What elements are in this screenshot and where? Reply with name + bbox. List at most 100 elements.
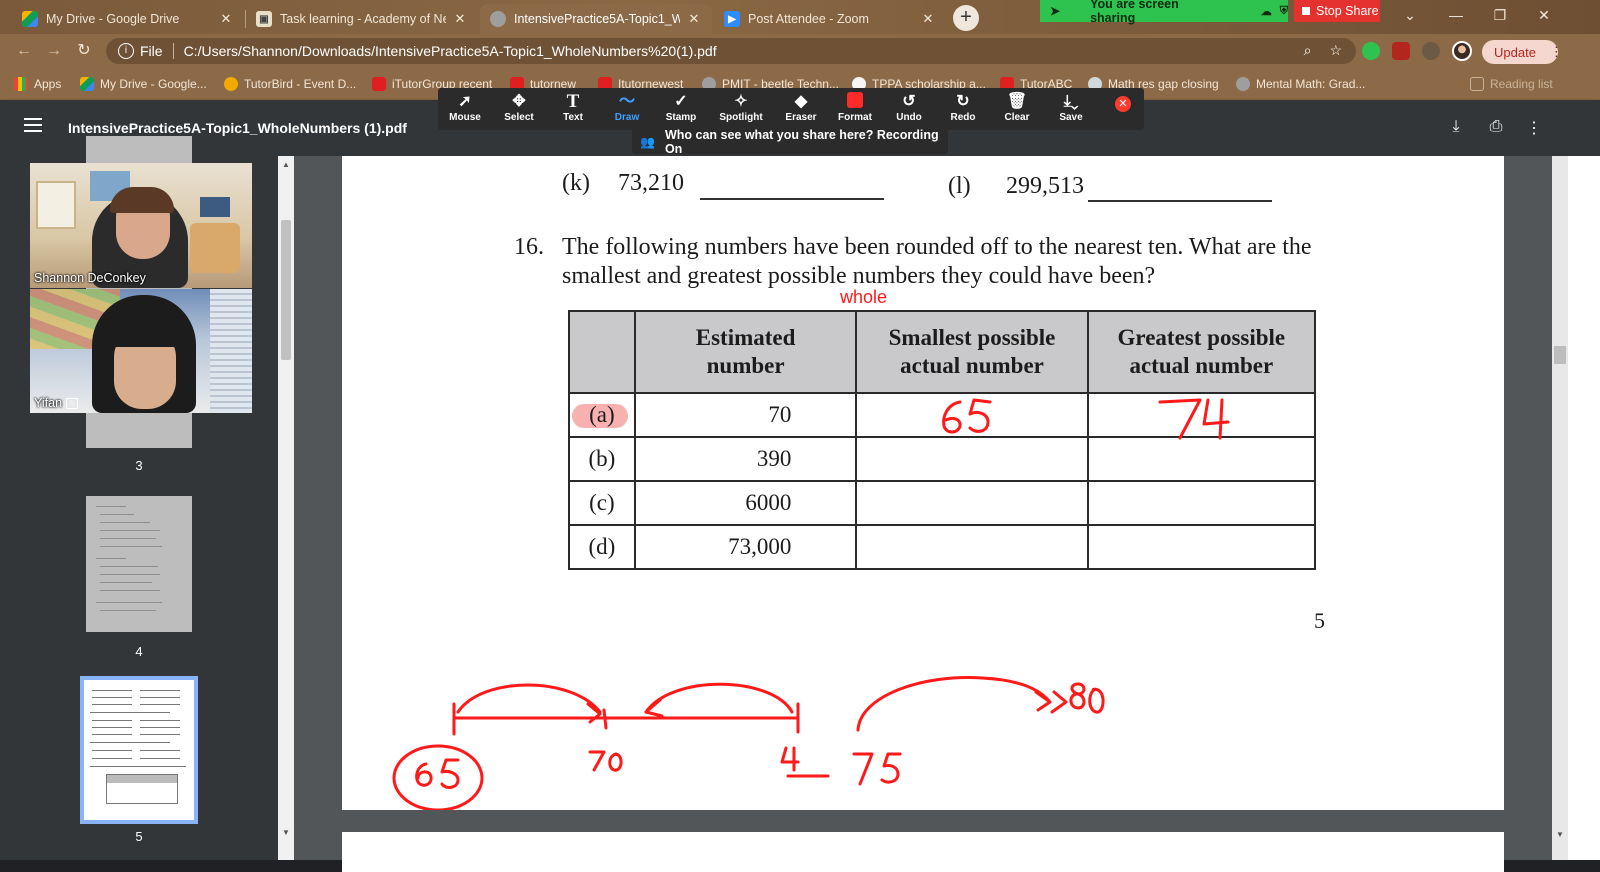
bookmark-mental-math[interactable]: Mental Math: Grad... — [1236, 75, 1365, 93]
scrollbar-thumb[interactable] — [281, 220, 291, 360]
tab-search-icon[interactable]: ⌄ — [1388, 0, 1432, 30]
mouse-pointer-icon: ➚ — [458, 93, 472, 110]
ink-answer-smallest — [942, 398, 992, 434]
eraser-icon: ◆ — [794, 93, 808, 110]
stop-icon — [1302, 7, 1310, 15]
tool-eraser[interactable]: ◆ Eraser — [776, 92, 826, 123]
close-icon[interactable]: ✕ — [920, 11, 936, 27]
star-icon[interactable]: ☆ — [1329, 42, 1342, 59]
trash-icon: 🗑 — [1006, 93, 1028, 110]
download-icon[interactable]: ⤓ — [1446, 118, 1466, 138]
participant-name: Shannon DeConkey — [34, 271, 146, 285]
ink-answer-greatest — [1158, 398, 1230, 440]
tool-stamp[interactable]: ✓ Stamp — [656, 92, 706, 123]
sidebar-scrollbar[interactable]: ▲ ▼ — [278, 156, 294, 860]
scroll-down-icon[interactable]: ▼ — [1556, 830, 1564, 839]
bookmark-tutorbird[interactable]: TutorBird - Event D... — [224, 75, 356, 93]
ink-number-line — [452, 702, 800, 736]
update-button[interactable]: Update ⋮ — [1482, 40, 1563, 64]
page-number-label: 4 — [135, 644, 143, 659]
tool-mouse[interactable]: ➚ Mouse — [440, 92, 490, 123]
google-drive-icon — [22, 11, 38, 27]
tool-redo[interactable]: ↻ Redo — [938, 92, 988, 123]
bookmark-reading-list[interactable]: Reading list — [1470, 75, 1553, 93]
tool-draw[interactable]: 〜 Draw — [602, 92, 652, 123]
url-text[interactable]: C:/Users/Shannon/Downloads/IntensivePrac… — [184, 43, 717, 59]
more-vert-icon: ⋮ — [1549, 44, 1563, 59]
menu-icon[interactable] — [24, 118, 42, 132]
address-input[interactable]: i File C:/Users/Shannon/Downloads/Intens… — [106, 38, 1356, 64]
close-icon[interactable]: ✕ — [218, 11, 234, 27]
text-icon: T — [566, 91, 580, 112]
ink-label-75 — [852, 752, 902, 786]
bookmark-drive[interactable]: My Drive - Google... — [80, 75, 207, 93]
zoom-icon[interactable]: ⌕ — [1304, 42, 1312, 59]
ink-arc-left — [456, 683, 602, 724]
address-bar-row: ← → ↻ i File C:/Users/Shannon/Downloads/… — [0, 34, 1600, 68]
tool-save[interactable]: ⤓⌄ Save — [1046, 92, 1096, 123]
extensions-icon[interactable] — [1422, 42, 1440, 60]
profile-avatar[interactable] — [1452, 41, 1472, 61]
back-icon[interactable]: ← — [14, 41, 34, 61]
itutor-icon — [372, 77, 386, 91]
window-edge — [1568, 156, 1600, 860]
people-icon: 👥 — [640, 135, 655, 149]
participant-name: Yifan — [34, 396, 63, 410]
stop-share-button[interactable]: Stop Share — [1294, 0, 1380, 22]
share-arrow-icon: ➤ — [1050, 4, 1061, 18]
tutorbird-icon — [224, 77, 238, 91]
ublock-icon[interactable] — [1392, 42, 1410, 60]
print-icon[interactable]: ⎙ — [1486, 118, 1506, 138]
redo-icon: ↻ — [956, 93, 970, 110]
save-download-icon: ⤓⌄ — [1063, 93, 1079, 110]
scrollbar-thumb[interactable] — [1554, 346, 1566, 364]
tab-title: Post Attendee - Zoom — [748, 12, 869, 26]
tool-undo[interactable]: ↺ Undo — [884, 92, 934, 123]
zoom-icon: ▶ — [724, 11, 740, 27]
page-number-label: 5 — [135, 829, 143, 844]
participant-video-yifan[interactable]: Yifan ⍉ — [30, 289, 252, 413]
new-tab-button[interactable]: + — [953, 5, 979, 31]
close-annotate-icon[interactable]: ✕ — [1115, 96, 1131, 112]
reload-icon[interactable]: ↻ — [74, 41, 94, 61]
page-number-label: 3 — [135, 458, 143, 473]
color-swatch-icon — [847, 92, 863, 108]
tool-text[interactable]: T Text — [548, 91, 598, 124]
thumbnail-page-4[interactable] — [86, 496, 192, 632]
pdf-title: IntensivePractice5A-Topic1_WholeNumbers … — [68, 120, 407, 136]
info-icon[interactable]: i — [118, 43, 134, 59]
close-icon[interactable]: ✕ — [452, 11, 468, 27]
extension-puzzle-icon[interactable] — [1362, 42, 1380, 60]
recording-notice[interactable]: 👥 Who can see what you share here? Recor… — [632, 128, 948, 156]
ink-circle-65 — [392, 744, 484, 810]
forward-icon[interactable]: → — [44, 41, 64, 61]
tab-pdf-worksheet[interactable]: IntensivePractice5A-Topic1_Whol ✕ — [480, 4, 712, 34]
minimize-button[interactable]: — — [1434, 0, 1478, 30]
tab-strip: My Drive - Google Drive ✕ ▣ Task learnin… — [0, 0, 1600, 34]
scroll-down-icon[interactable]: ▼ — [282, 828, 290, 837]
close-window-button[interactable]: ✕ — [1522, 0, 1566, 30]
annotate-toolbar: ➚ Mouse ✥ Select T Text 〜 Draw ✓ Stamp ✧ Spotl… — [438, 88, 1144, 130]
close-icon[interactable]: ✕ — [686, 11, 702, 27]
participant-video-shannon[interactable]: Shannon DeConkey — [30, 163, 252, 288]
bookmark-apps[interactable]: Apps — [14, 75, 61, 93]
tab-google-drive[interactable]: My Drive - Google Drive ✕ — [12, 4, 244, 34]
tool-clear[interactable]: 🗑 Clear — [992, 92, 1042, 123]
tab-title: IntensivePractice5A-Topic1_Whol — [514, 12, 680, 26]
more-vert-icon[interactable]: ⋮ — [1524, 118, 1544, 138]
tab-zoom[interactable]: ▶ Post Attendee - Zoom ✕ — [714, 4, 946, 34]
restore-button[interactable]: ❐ — [1478, 0, 1522, 30]
ink-arc-middle — [644, 682, 794, 718]
pdf-viewer[interactable]: (k) 73,210 (l) 299,513 16. The following… — [294, 156, 1552, 872]
viewer-scrollbar[interactable]: ▼ — [1552, 156, 1568, 860]
thumbnail-page-5[interactable] — [80, 676, 198, 824]
tab-task-learning[interactable]: ▣ Task learning - Academy of New ✕ — [246, 4, 478, 34]
ink-label-65 — [415, 758, 460, 789]
sharing-text: You are screen sharing — [1090, 0, 1179, 25]
screen-sharing-banner[interactable]: ➤ You are screen sharing ☁ ⛨ — [1040, 0, 1288, 25]
scroll-up-icon[interactable]: ▲ — [282, 160, 290, 169]
tool-format[interactable]: Format — [830, 92, 880, 123]
tool-spotlight[interactable]: ✧ Spotlight — [712, 92, 770, 123]
undo-icon: ↺ — [902, 93, 916, 110]
tool-select[interactable]: ✥ Select — [494, 92, 544, 123]
